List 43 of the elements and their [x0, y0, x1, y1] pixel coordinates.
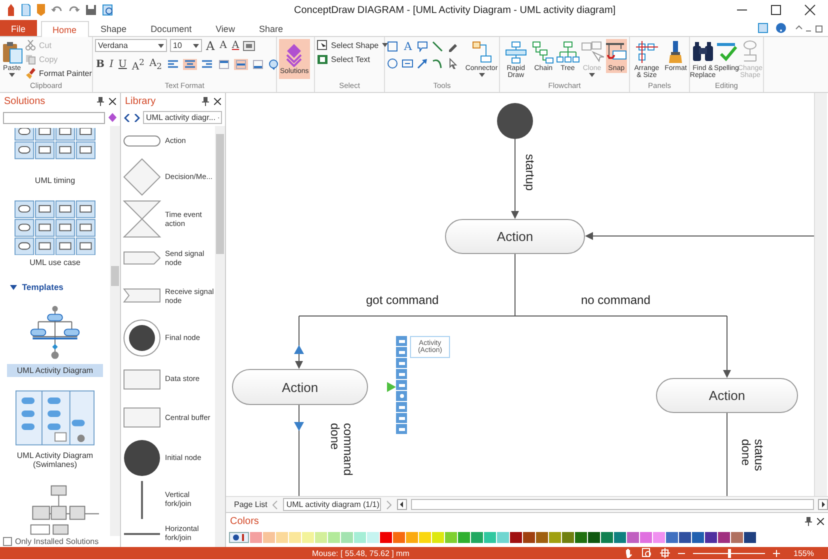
superscript-button[interactable]: A$^{2}$ — [130, 56, 146, 74]
action-node[interactable]: Action — [445, 219, 585, 254]
library-dropdown[interactable]: UML activity diagr... — [143, 111, 222, 124]
ribbon-tab[interactable]: Home — [40, 21, 89, 37]
connector-label[interactable]: status done — [738, 439, 765, 484]
page-dropdown[interactable]: UML activity diagram (1/1) — [283, 498, 382, 511]
panel-title: Library — [125, 96, 157, 106]
page-list-label: Page List — [234, 500, 268, 509]
shrink-font-button[interactable]: A — [218, 40, 228, 52]
ribbon-tab[interactable]: View — [204, 21, 247, 36]
connector-label[interactable]: got command — [366, 294, 439, 308]
subscript-button[interactable]: A$_{2}$ — [148, 58, 163, 72]
solution-label[interactable]: UML timing — [34, 176, 76, 185]
templates-header[interactable]: Templates — [0, 282, 64, 292]
panel-title: Colors — [230, 516, 260, 526]
connector-label[interactable]: startup — [522, 154, 536, 214]
ribbon-tab[interactable]: Share — [246, 21, 295, 36]
select-text-button[interactable]: Select Text — [317, 53, 370, 65]
file-tab[interactable]: File — [0, 20, 37, 36]
mouse-position: Mouse: [ 55.48, 75.62 ] mm — [312, 548, 410, 558]
font-color-button[interactable]: A — [230, 40, 240, 52]
grow-font-button[interactable]: A — [205, 40, 216, 52]
only-installed-checkbox[interactable]: Only Installed Solutions — [0, 536, 120, 547]
font-size-dropdown[interactable]: 10 — [170, 39, 202, 52]
format-painter-button[interactable]: Format Painter — [25, 67, 92, 79]
select-shape-button[interactable]: Select Shape — [317, 39, 388, 51]
zoom-reading: 155% — [794, 548, 814, 558]
template-label[interactable]: UML Activity Diagram — [7, 364, 103, 378]
text-tool-button[interactable]: A — [402, 41, 414, 52]
bold-button[interactable]: B — [95, 58, 106, 71]
connector-label[interactable]: command done — [328, 423, 354, 483]
action-node[interactable]: Action — [232, 369, 368, 405]
underline-button[interactable]: U — [117, 58, 128, 71]
window-title: ConceptDraw DIAGRAM - [UML Activity Diagram - UML activity diagram] — [294, 4, 617, 16]
italic-button[interactable]: I — [108, 58, 114, 71]
connector-label[interactable]: no command — [581, 294, 650, 308]
template-label[interactable]: UML Activity Diagram (Swimlanes) — [7, 448, 103, 471]
panel-title: Solutions — [4, 96, 46, 106]
ribbon-tab[interactable]: Document — [138, 21, 204, 36]
font-dropdown[interactable]: Verdana — [95, 39, 167, 52]
action-node[interactable]: Action — [656, 378, 798, 413]
ribbon-tab[interactable]: Shape — [88, 21, 139, 36]
solution-label[interactable]: UML use case — [30, 258, 80, 268]
